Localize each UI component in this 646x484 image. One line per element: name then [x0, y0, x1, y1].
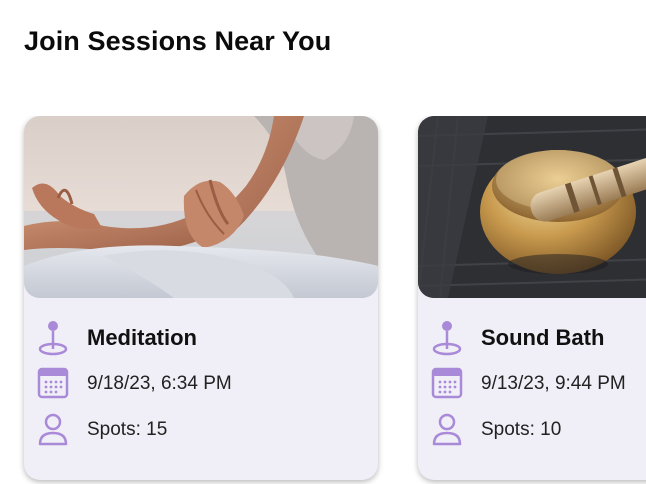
singing-bowl-photo: [418, 116, 646, 298]
section-title: Join Sessions Near You: [24, 26, 332, 56]
session-date: 9/13/23, 9:44 PM: [481, 373, 626, 394]
location-pin-icon: [37, 318, 69, 356]
meditation-photo: [24, 116, 378, 298]
person-icon: [37, 413, 69, 447]
session-title: Meditation: [87, 325, 197, 350]
location-pin-icon: [431, 318, 463, 356]
session-date: 9/18/23, 6:34 PM: [87, 373, 232, 394]
session-spots: Spots: 15: [87, 419, 168, 440]
sessions-screen: Join Sessions Near You Meditation 9/18/2…: [0, 0, 646, 484]
calendar-icon: [37, 366, 69, 400]
session-card-meditation[interactable]: Meditation 9/18/23, 6:34 PM Spots: 15: [24, 116, 378, 480]
session-spots: Spots: 10: [481, 419, 562, 440]
person-icon: [431, 413, 463, 447]
session-title: Sound Bath: [481, 325, 605, 350]
calendar-icon: [431, 366, 463, 400]
session-card-sound-bath[interactable]: Sound Bath 9/13/23, 9:44 PM Spots: 10: [418, 116, 646, 480]
session-carousel[interactable]: Meditation 9/18/23, 6:34 PM Spots: 15 So…: [0, 116, 646, 484]
